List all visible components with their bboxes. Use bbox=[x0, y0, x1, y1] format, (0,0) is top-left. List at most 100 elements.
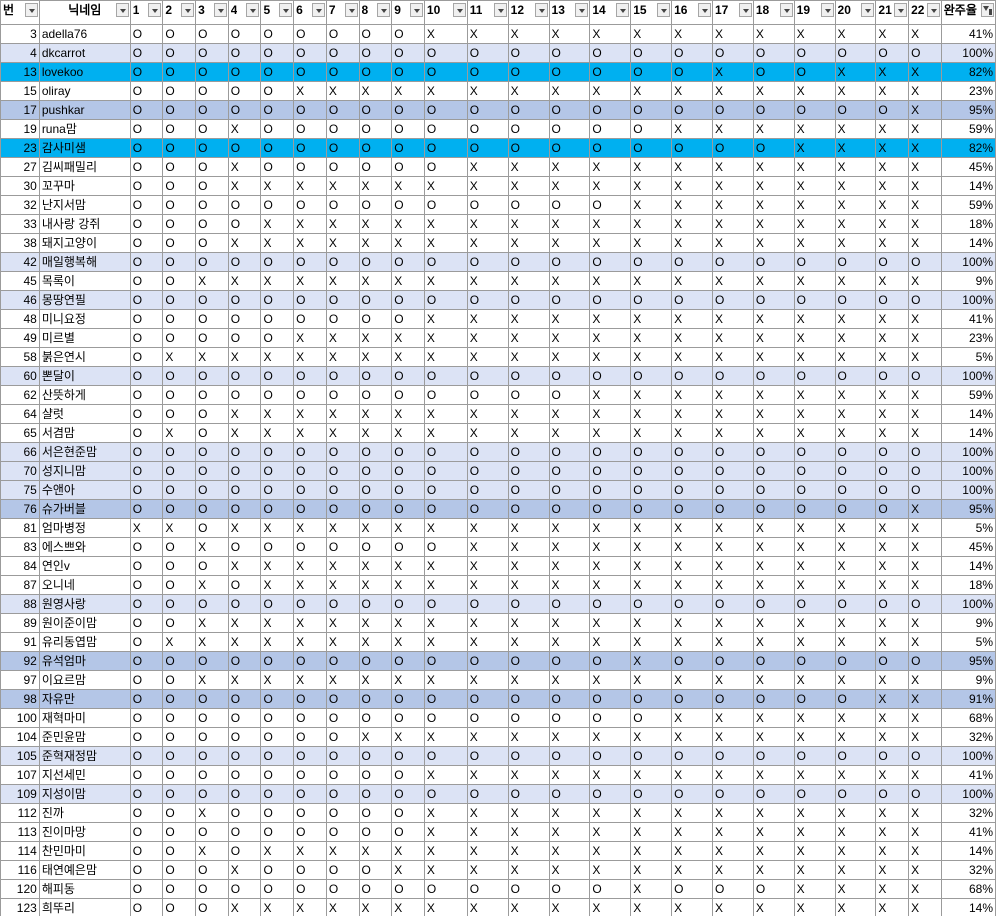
mark-cell[interactable]: O bbox=[423, 689, 468, 709]
mark-cell[interactable]: O bbox=[293, 62, 327, 82]
mark-cell[interactable]: O bbox=[711, 43, 754, 63]
mark-cell[interactable]: O bbox=[391, 784, 425, 804]
mark-cell[interactable]: O bbox=[466, 480, 509, 500]
mark-cell[interactable]: O bbox=[195, 727, 229, 747]
nickname-cell[interactable]: lovekoo bbox=[38, 62, 131, 82]
mark-cell[interactable]: X bbox=[260, 518, 295, 538]
mark-cell[interactable]: O bbox=[358, 860, 393, 880]
table-row[interactable]: 30 꼬꾸마 O O O X X X X X X X X X X X X X X X X X X X 14% bbox=[0, 176, 997, 196]
mark-cell[interactable]: X bbox=[793, 385, 836, 405]
mark-cell[interactable]: X bbox=[466, 556, 509, 576]
mark-cell[interactable]: X bbox=[260, 613, 295, 633]
mark-cell[interactable]: O bbox=[908, 480, 942, 500]
mark-cell[interactable]: X bbox=[227, 632, 262, 652]
mark-cell[interactable]: O bbox=[834, 480, 877, 500]
mark-cell[interactable]: X bbox=[589, 898, 632, 916]
mark-cell[interactable]: O bbox=[507, 594, 550, 614]
mark-cell[interactable]: O bbox=[908, 252, 942, 272]
row-number-cell[interactable]: 84 bbox=[0, 556, 40, 576]
mark-cell[interactable]: O bbox=[752, 62, 795, 82]
mark-cell[interactable]: X bbox=[630, 898, 673, 916]
mark-cell[interactable]: X bbox=[793, 670, 836, 690]
mark-cell[interactable]: X bbox=[358, 176, 393, 196]
table-row[interactable]: 84 연인v O O O X X X X X X X X X X X X X X X X X X X 14% bbox=[0, 556, 997, 576]
mark-cell[interactable]: O bbox=[423, 499, 468, 519]
mark-cell[interactable]: O bbox=[466, 138, 509, 158]
mark-cell[interactable]: X bbox=[908, 879, 942, 899]
mark-cell[interactable]: X bbox=[793, 423, 836, 443]
mark-cell[interactable]: O bbox=[793, 480, 836, 500]
mark-cell[interactable]: X bbox=[711, 898, 754, 916]
mark-cell[interactable]: X bbox=[793, 81, 836, 101]
mark-cell[interactable]: X bbox=[875, 518, 910, 538]
mark-cell[interactable]: X bbox=[391, 271, 425, 291]
mark-cell[interactable]: O bbox=[227, 822, 262, 842]
mark-cell[interactable]: X bbox=[293, 841, 327, 861]
mark-cell[interactable]: X bbox=[589, 727, 632, 747]
mark-cell[interactable]: X bbox=[908, 708, 942, 728]
nickname-cell[interactable]: 뽄달이 bbox=[38, 366, 131, 386]
mark-cell[interactable]: O bbox=[260, 689, 295, 709]
mark-cell[interactable]: X bbox=[875, 385, 910, 405]
mark-cell[interactable]: X bbox=[466, 822, 509, 842]
mark-cell[interactable]: O bbox=[260, 119, 295, 139]
mark-cell[interactable]: O bbox=[129, 613, 164, 633]
mark-cell[interactable]: X bbox=[834, 632, 877, 652]
mark-cell[interactable]: O bbox=[325, 461, 360, 481]
mark-cell[interactable]: X bbox=[466, 157, 509, 177]
mark-cell[interactable]: O bbox=[260, 290, 295, 310]
mark-cell[interactable]: O bbox=[260, 138, 295, 158]
mark-cell[interactable]: O bbox=[162, 176, 197, 196]
filter-dropdown-icon[interactable] bbox=[409, 3, 423, 17]
mark-cell[interactable]: O bbox=[227, 328, 262, 348]
mark-cell[interactable]: X bbox=[466, 765, 509, 785]
mark-cell[interactable]: X bbox=[466, 632, 509, 652]
mark-cell[interactable]: X bbox=[325, 632, 360, 652]
mark-cell[interactable]: X bbox=[423, 841, 468, 861]
mark-cell[interactable]: O bbox=[162, 271, 197, 291]
mark-cell[interactable]: O bbox=[227, 309, 262, 329]
mark-cell[interactable]: O bbox=[129, 100, 164, 120]
mark-cell[interactable]: X bbox=[908, 100, 942, 120]
mark-cell[interactable]: O bbox=[423, 366, 468, 386]
mark-cell[interactable]: O bbox=[293, 860, 327, 880]
completion-rate-cell[interactable]: 45% bbox=[940, 537, 997, 557]
mark-cell[interactable]: O bbox=[391, 138, 425, 158]
mark-cell[interactable]: X bbox=[548, 803, 591, 823]
mark-cell[interactable]: X bbox=[630, 803, 673, 823]
filter-applied-icon[interactable] bbox=[981, 3, 994, 17]
nickname-cell[interactable]: 난지서맘 bbox=[38, 195, 131, 215]
mark-cell[interactable]: X bbox=[423, 518, 468, 538]
table-row[interactable]: 120 해피동 O O O O O O O O O O O O O O X O O O X X X X 68% bbox=[0, 879, 997, 899]
mark-cell[interactable]: X bbox=[325, 518, 360, 538]
mark-cell[interactable]: O bbox=[260, 822, 295, 842]
mark-cell[interactable]: O bbox=[548, 290, 591, 310]
mark-cell[interactable]: X bbox=[466, 233, 509, 253]
mark-cell[interactable]: O bbox=[423, 119, 468, 139]
completion-rate-cell[interactable]: 5% bbox=[940, 518, 997, 538]
nickname-cell[interactable]: 성지니맘 bbox=[38, 461, 131, 481]
mark-cell[interactable]: O bbox=[195, 556, 229, 576]
mark-cell[interactable]: X bbox=[466, 24, 509, 44]
mark-cell[interactable]: O bbox=[195, 651, 229, 671]
mark-cell[interactable]: X bbox=[630, 651, 673, 671]
table-row[interactable]: 32 난지서맘 O O O O O O O O O O O O O O X X X X X X X X 59% bbox=[0, 195, 997, 215]
mark-cell[interactable]: X bbox=[908, 499, 942, 519]
completion-rate-cell[interactable]: 41% bbox=[940, 309, 997, 329]
row-number-cell[interactable]: 32 bbox=[0, 195, 40, 215]
mark-cell[interactable]: X bbox=[908, 328, 942, 348]
mark-cell[interactable]: X bbox=[162, 347, 197, 367]
mark-cell[interactable]: X bbox=[671, 860, 713, 880]
mark-cell[interactable]: O bbox=[671, 480, 713, 500]
mark-cell[interactable]: O bbox=[834, 366, 877, 386]
mark-cell[interactable]: O bbox=[630, 784, 673, 804]
mark-cell[interactable]: X bbox=[630, 157, 673, 177]
mark-cell[interactable]: X bbox=[752, 518, 795, 538]
mark-cell[interactable]: O bbox=[391, 879, 425, 899]
mark-cell[interactable]: X bbox=[908, 727, 942, 747]
mark-cell[interactable]: X bbox=[711, 157, 754, 177]
mark-cell[interactable]: X bbox=[793, 632, 836, 652]
table-row[interactable]: 19 runa맘 O O O X O O O O O O O O O O O X X X X X X X 59% bbox=[0, 119, 997, 139]
mark-cell[interactable]: X bbox=[358, 841, 393, 861]
mark-cell[interactable]: O bbox=[195, 43, 229, 63]
